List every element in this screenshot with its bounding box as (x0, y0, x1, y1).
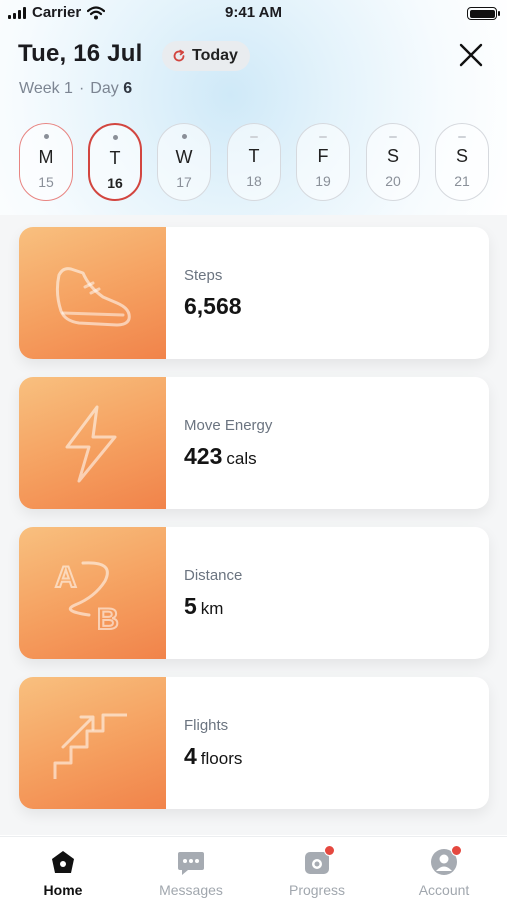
messages-icon (178, 852, 204, 875)
day-picker: M 15 T 16 W 17 T 18 F 19 S 20 S 21 (19, 123, 489, 201)
card-label: Move Energy (184, 417, 273, 434)
refresh-icon (173, 49, 185, 62)
card-value: 423 cals (184, 443, 257, 469)
day-pill-thursday[interactable]: T 18 (227, 123, 281, 201)
stats-list: Steps 6,568 Move Energy 423 cals A B Dist… (0, 215, 507, 835)
battery-icon (467, 7, 500, 20)
home-icon (52, 851, 74, 873)
today-button[interactable]: Today (162, 41, 250, 71)
tab-account[interactable]: Account (389, 845, 499, 898)
day-pill-monday[interactable]: M 15 (19, 123, 73, 201)
tab-home[interactable]: Home (8, 847, 118, 898)
card-value: 5 km (184, 593, 224, 619)
card-label: Distance (184, 567, 243, 584)
week-label: Week 1 (19, 80, 73, 97)
tab-progress[interactable]: Progress (262, 845, 372, 898)
page-title: Tue, 16 Jul (18, 40, 143, 67)
distance-card[interactable]: A B Distance 5 km (19, 527, 489, 659)
tab-bar: Home Messages Progress Account (0, 836, 507, 900)
card-label: Steps (184, 267, 223, 284)
shoe-icon (55, 267, 131, 327)
svg-text:A: A (55, 561, 77, 594)
progress-badge (324, 845, 335, 856)
status-time: 9:41 AM (225, 4, 282, 21)
card-value: 4 floors (184, 743, 243, 769)
account-badge (451, 845, 462, 856)
day-pill-sunday[interactable]: S 21 (435, 123, 489, 201)
today-label: Today (192, 47, 238, 64)
card-value: 6,568 (184, 293, 242, 319)
day-number: 6 (123, 80, 133, 97)
tab-messages[interactable]: Messages (136, 847, 246, 898)
card-label: Flights (184, 717, 229, 734)
a-to-b-icon: A B (54, 560, 120, 633)
day-pill-wednesday[interactable]: W 17 (157, 123, 211, 201)
stairs-icon (53, 713, 127, 779)
svg-text:B: B (97, 603, 119, 633)
lightning-icon (65, 405, 117, 483)
flights-card[interactable]: Flights 4 floors (19, 677, 489, 809)
close-icon[interactable] (458, 42, 484, 68)
day-pill-saturday[interactable]: S 20 (366, 123, 420, 201)
day-prefix: Day (90, 80, 119, 97)
move-energy-card[interactable]: Move Energy 423 cals (19, 377, 489, 509)
day-pill-tuesday[interactable]: T 16 (88, 123, 142, 201)
steps-card[interactable]: Steps 6,568 (19, 227, 489, 359)
day-pill-friday[interactable]: F 19 (296, 123, 350, 201)
week-day-label: Week 1 · Day 6 (19, 80, 133, 97)
status-bar: Carrier 9:41 AM (0, 0, 507, 26)
